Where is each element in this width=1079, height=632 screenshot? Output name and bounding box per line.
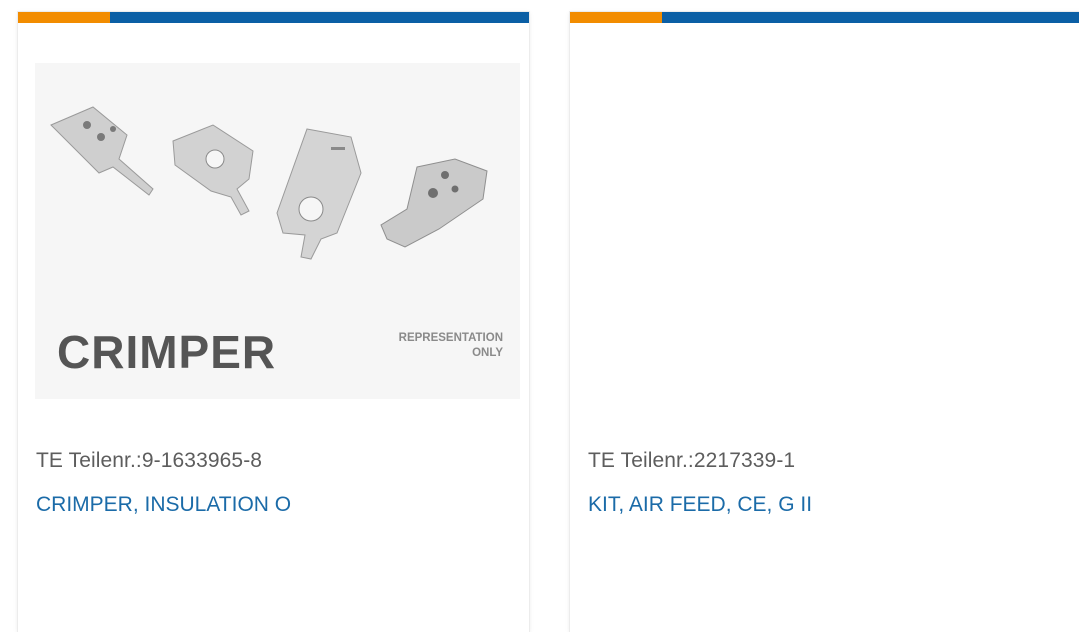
- card-accent-bar: [18, 12, 529, 23]
- product-card[interactable]: CRIMPER REPRESENTATION ONLY TE Teilenr.:…: [18, 12, 529, 632]
- part-number: TE Teilenr.:2217339-1: [588, 449, 796, 472]
- image-brand-word: CRIMPER: [57, 326, 277, 378]
- product-image[interactable]: CRIMPER REPRESENTATION ONLY: [35, 63, 520, 399]
- accent-orange-segment: [18, 12, 110, 23]
- crimper-blade-2: [172, 124, 254, 216]
- product-card[interactable]: TE Teilenr.:2217339-1 KIT, AIR FEED, CE,…: [570, 12, 1079, 632]
- representation-note-line2: ONLY: [472, 347, 503, 359]
- representation-note: REPRESENTATION ONLY: [329, 331, 503, 361]
- crimper-blade-3: [276, 128, 362, 260]
- representation-note-line1: REPRESENTATION: [398, 332, 503, 344]
- accent-blue-segment: [110, 12, 529, 23]
- card-accent-bar: [570, 12, 1079, 23]
- product-description-link[interactable]: KIT, AIR FEED, CE, G II: [588, 493, 812, 517]
- product-description-link[interactable]: CRIMPER, INSULATION O: [36, 493, 291, 517]
- accent-orange-segment: [570, 12, 662, 23]
- crimper-blade-1: [50, 106, 154, 196]
- accent-blue-segment: [662, 12, 1079, 23]
- crimper-blade-4: [380, 158, 488, 248]
- part-number: TE Teilenr.:9-1633965-8: [36, 449, 263, 472]
